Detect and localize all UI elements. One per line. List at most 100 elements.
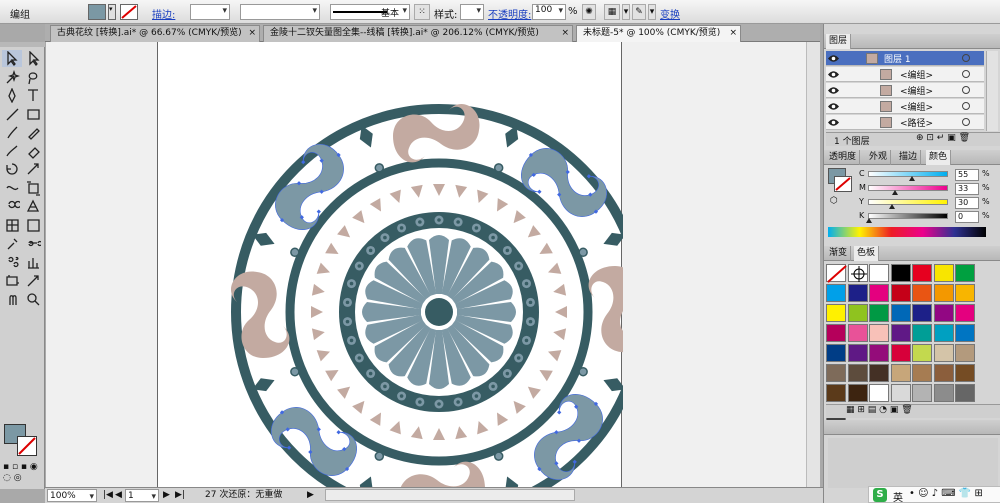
anchor-point[interactable] — [537, 189, 542, 194]
tab-color[interactable]: 颜色 — [926, 150, 952, 165]
channel-slider[interactable] — [866, 213, 948, 223]
next-page-icon[interactable]: ▶ — [163, 489, 170, 502]
channel-value-input[interactable]: 55 — [955, 169, 979, 181]
color-swatch[interactable] — [890, 264, 911, 282]
draw-mode-icons[interactable]: ▪ ▫ ▪ ◉ ◌ ◎ — [3, 462, 43, 486]
ring-bead-center[interactable] — [524, 281, 529, 286]
color-swatch[interactable] — [826, 324, 846, 342]
layers-panel-title[interactable]: 图层 — [826, 34, 852, 49]
color-swatch[interactable] — [912, 304, 932, 322]
triangle-ornament[interactable] — [433, 184, 445, 196]
color-swatch[interactable] — [933, 304, 954, 322]
tab-doc-2[interactable]: 金陵十二钗矢量图全集--线稿 [转换].ai* @ 206.12% (CMYK/… — [263, 25, 573, 42]
color-swatch[interactable] — [890, 344, 911, 362]
selection-tool-icon[interactable] — [2, 50, 22, 67]
canvas-area[interactable] — [46, 42, 820, 487]
eye-icon[interactable] — [828, 86, 839, 95]
graphic-style-options-icon[interactable]: ⁙ — [414, 4, 430, 20]
symbol-sprayer-tool-icon[interactable] — [2, 254, 22, 271]
page-dropdown[interactable]: 1 — [125, 489, 159, 503]
color-swatch[interactable] — [912, 284, 932, 302]
triangle-ornament[interactable] — [546, 262, 562, 278]
triangle-ornament[interactable] — [316, 262, 332, 278]
triangle-ornament[interactable] — [509, 397, 526, 414]
stroke-label-link[interactable]: 描边: — [152, 6, 175, 22]
color-swatch[interactable] — [933, 324, 954, 342]
eyedropper-tool-icon[interactable] — [2, 235, 22, 252]
ring-dot[interactable] — [493, 451, 504, 461]
color-swatch[interactable] — [890, 324, 911, 342]
collapsed-panel-header[interactable] — [824, 420, 1000, 435]
color-swatch[interactable] — [847, 364, 868, 382]
lasso-tool-icon[interactable] — [23, 69, 43, 86]
color-swatch[interactable] — [955, 364, 975, 382]
triangle-ornament[interactable] — [311, 306, 323, 318]
tab-stroke[interactable]: 描边 — [896, 150, 922, 165]
anchor-point[interactable] — [316, 209, 321, 214]
artboard[interactable] — [157, 42, 623, 487]
triangle-ornament[interactable] — [473, 189, 489, 205]
color-swatch[interactable] — [933, 364, 954, 382]
triangle-ornament[interactable] — [337, 382, 354, 399]
triangle-ornament[interactable] — [524, 382, 541, 399]
triangle-ornament[interactable] — [433, 428, 445, 440]
stroke-none-swatch[interactable] — [120, 4, 138, 20]
ring-dot[interactable] — [374, 163, 385, 173]
triangle-ornament[interactable] — [389, 419, 405, 435]
ring-bead-center[interactable] — [357, 356, 362, 360]
color-swatch[interactable] — [869, 344, 889, 362]
color-swatch[interactable] — [933, 264, 954, 282]
triangle-ornament[interactable] — [555, 306, 567, 318]
ring-bead-center[interactable] — [516, 356, 521, 360]
magic-wand-tool-icon[interactable] — [2, 69, 22, 86]
triangle-ornament[interactable] — [325, 365, 341, 382]
color-swatch[interactable] — [890, 384, 911, 402]
tab-appearance[interactable]: 外观 — [866, 150, 892, 165]
color-swatch[interactable] — [847, 344, 868, 362]
color-swatch[interactable] — [869, 364, 889, 382]
color-swatch[interactable] — [955, 284, 975, 302]
anchor-point[interactable] — [557, 410, 562, 415]
eraser-tool-icon[interactable] — [23, 143, 43, 160]
ring-bead-center[interactable] — [345, 319, 350, 324]
layer-row[interactable]: <编组> — [826, 99, 984, 114]
opacity-input[interactable]: 100 — [532, 4, 566, 20]
triangle-ornament[interactable] — [453, 425, 468, 440]
teal-leaf[interactable] — [601, 374, 623, 396]
color-swatch[interactable] — [869, 304, 889, 322]
layer-row[interactable]: <编组> — [826, 83, 984, 98]
ring-bead-center[interactable] — [345, 300, 350, 305]
fill-stroke-indicator[interactable] — [4, 424, 42, 458]
ring-dot[interactable] — [493, 163, 504, 173]
layer-row[interactable]: 图层 1 — [826, 51, 984, 66]
triangle-ornament[interactable] — [524, 225, 541, 242]
first-page-icon[interactable]: |◀ — [103, 489, 113, 502]
channel-value-input[interactable]: 0 — [955, 211, 979, 223]
triangle-ornament[interactable] — [453, 184, 468, 199]
style-dropdown[interactable] — [460, 4, 484, 20]
status-menu-icon[interactable]: ▶ — [307, 489, 314, 502]
triangle-ornament[interactable] — [325, 242, 341, 259]
eye-icon[interactable] — [828, 118, 839, 127]
prev-page-icon[interactable]: ◀ — [115, 489, 122, 502]
artboard-tool-icon[interactable] — [2, 272, 22, 289]
isolate-dropdown-icon[interactable]: ▾ — [648, 4, 656, 20]
zoom-dropdown[interactable]: 100% — [47, 489, 97, 503]
color-swatch[interactable] — [826, 284, 846, 302]
recolor-artwork-icon[interactable]: ✺ — [582, 4, 596, 20]
ring-bead-center[interactable] — [505, 248, 510, 253]
horizontal-scrollbar[interactable] — [325, 489, 575, 501]
ring-bead-center[interactable] — [524, 338, 529, 343]
zoom-tool-icon[interactable] — [23, 291, 43, 308]
slider-thumb[interactable] — [891, 190, 898, 195]
rotate-tool-icon[interactable] — [2, 161, 22, 178]
scroll-ornament[interactable] — [588, 266, 623, 353]
channel-value-input[interactable]: 33 — [955, 183, 979, 195]
ring-bead-center[interactable] — [456, 400, 460, 404]
pencil-tool-icon[interactable] — [23, 124, 43, 141]
tools-grip[interactable] — [0, 42, 45, 47]
ime-logo-icon[interactable]: S — [873, 488, 887, 502]
triangle-ornament[interactable] — [552, 326, 567, 341]
layer-footer-icons[interactable]: ⊕ ⊡ ↵ ▣ 🗑 — [916, 133, 970, 143]
color-swatch[interactable] — [933, 284, 954, 302]
